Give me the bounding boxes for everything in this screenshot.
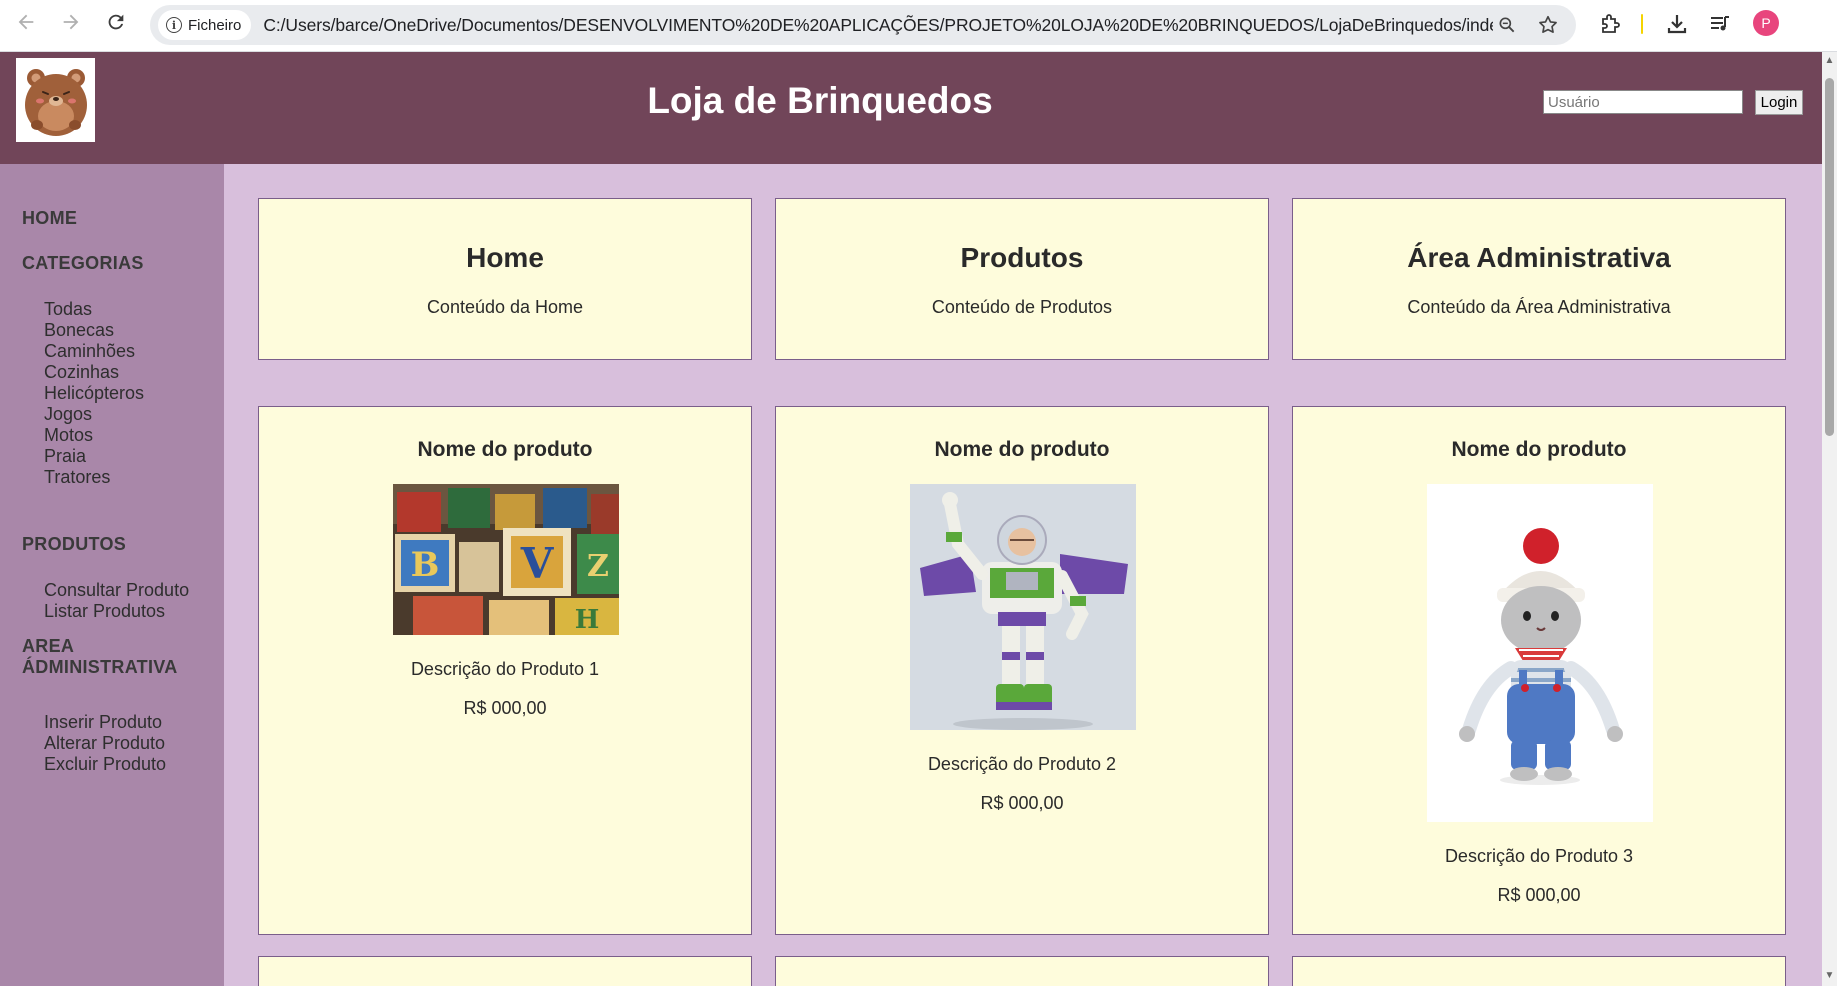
home-section-card: Home Conteúdo da Home (258, 198, 752, 360)
page-scrollbar[interactable]: ▲ ▼ (1822, 52, 1837, 986)
category-link-jogos[interactable]: Jogos (44, 404, 144, 425)
product-price: R$ 000,00 (463, 698, 547, 718)
product-description: Descrição do Produto 3 (1444, 846, 1634, 866)
admin-section-card: Área Administrativa Conteúdo da Área Adm… (1292, 198, 1786, 360)
svg-text:B: B (411, 545, 440, 585)
admin-links-list: Inserir Produto Alterar Produto Excluir … (44, 712, 166, 775)
product-card[interactable] (775, 956, 1269, 986)
toolbar-divider (1641, 14, 1643, 34)
product-image-knitted-cat (1427, 484, 1653, 822)
product-card[interactable]: Nome do produto (1292, 406, 1786, 935)
profile-avatar[interactable]: P (1753, 10, 1779, 36)
excluir-produto-link[interactable]: Excluir Produto (44, 754, 166, 775)
back-icon[interactable] (8, 4, 44, 40)
product-description: Descrição do Produto 2 (927, 754, 1117, 774)
product-price: R$ 000,00 (1497, 885, 1581, 905)
home-section-text: Conteúdo da Home (426, 297, 584, 317)
category-link-tratores[interactable]: Tratores (44, 467, 144, 488)
product-name: Nome do produto (417, 438, 593, 461)
url-text[interactable]: C:/Users/barce/OneDrive/Documentos/DESEN… (263, 15, 1493, 36)
nav-home[interactable]: HOME (22, 208, 77, 229)
bookmark-star-icon[interactable] (1536, 13, 1560, 37)
alterar-produto-link[interactable]: Alterar Produto (44, 733, 166, 754)
area-admin-line1: AREA (22, 636, 75, 656)
svg-text:Z: Z (587, 549, 609, 584)
product-links-list: Consultar Produto Listar Produtos (44, 580, 189, 622)
product-card[interactable] (258, 956, 752, 986)
product-card[interactable]: Nome do produto (775, 406, 1269, 935)
inserir-produto-link[interactable]: Inserir Produto (44, 712, 166, 733)
reload-icon[interactable] (98, 4, 134, 40)
sidebar: HOME CATEGORIAS Todas Bonecas Caminhões … (0, 164, 224, 986)
category-link-motos[interactable]: Motos (44, 425, 144, 446)
category-link-praia[interactable]: Praia (44, 446, 144, 467)
product-card[interactable]: Nome do produto B V Z H Descrição do Pro… (258, 406, 752, 935)
browser-toolbar: i Ficheiro C:/Users/barce/OneDrive/Docum… (0, 0, 1837, 52)
nav-produtos-heading: PRODUTOS (22, 534, 127, 554)
product-name: Nome do produto (1451, 438, 1627, 461)
produtos-section-text: Conteúdo de Produtos (931, 297, 1113, 317)
category-link-helicopteros[interactable]: Helicópteros (44, 383, 144, 404)
forward-icon[interactable] (53, 4, 89, 40)
consultar-produto-link[interactable]: Consultar Produto (44, 580, 189, 601)
scroll-down-arrow-icon[interactable]: ▼ (1824, 970, 1835, 981)
category-list: Todas Bonecas Caminhões Cozinhas Helicóp… (44, 299, 144, 488)
site-header: Loja de Brinquedos Login (0, 52, 1822, 164)
product-description: Descrição do Produto 1 (410, 659, 600, 679)
svg-text:V: V (520, 539, 555, 588)
scroll-up-arrow-icon[interactable]: ▲ (1824, 55, 1835, 66)
nav-categorias-heading: CATEGORIAS (22, 253, 144, 273)
product-image-blocks: B V Z H (393, 484, 619, 635)
scroll-thumb[interactable] (1825, 78, 1834, 436)
category-link-cozinhas[interactable]: Cozinhas (44, 362, 144, 383)
product-card[interactable] (1292, 956, 1786, 986)
extensions-icon[interactable] (1596, 10, 1624, 38)
username-input[interactable] (1543, 90, 1743, 114)
site-info-chip[interactable]: i Ficheiro (158, 10, 252, 40)
admin-section-title: Área Administrativa (1407, 242, 1671, 273)
category-link-bonecas[interactable]: Bonecas (44, 320, 144, 341)
product-image-buzz-figure (910, 484, 1136, 730)
area-admin-line2: ÁDMINISTRATIVA (22, 657, 178, 677)
nav-area-admin-heading: AREA ÁDMINISTRATIVA (22, 636, 178, 678)
produtos-section-card: Produtos Conteúdo de Produtos (775, 198, 1269, 360)
zoom-icon[interactable] (1495, 13, 1519, 37)
produtos-section-title: Produtos (960, 242, 1084, 273)
product-price: R$ 000,00 (980, 793, 1064, 813)
site-title: Loja de Brinquedos (647, 80, 993, 121)
download-icon[interactable] (1663, 10, 1691, 38)
category-link-todas[interactable]: Todas (44, 299, 144, 320)
info-icon: i (166, 17, 182, 33)
site-info-label: Ficheiro (188, 16, 242, 34)
home-section-title: Home (466, 242, 544, 273)
product-name: Nome do produto (934, 438, 1110, 461)
page: Loja de Brinquedos Login HOME CATEGORIAS… (0, 52, 1822, 986)
address-bar[interactable]: i Ficheiro C:/Users/barce/OneDrive/Docum… (150, 5, 1576, 45)
admin-section-text: Conteúdo da Área Administrativa (1407, 297, 1671, 317)
category-link-caminhoes[interactable]: Caminhões (44, 341, 144, 362)
login-button[interactable]: Login (1755, 90, 1803, 115)
listar-produtos-link[interactable]: Listar Produtos (44, 601, 189, 622)
media-queue-icon[interactable] (1706, 10, 1734, 38)
svg-text:H: H (575, 605, 600, 635)
